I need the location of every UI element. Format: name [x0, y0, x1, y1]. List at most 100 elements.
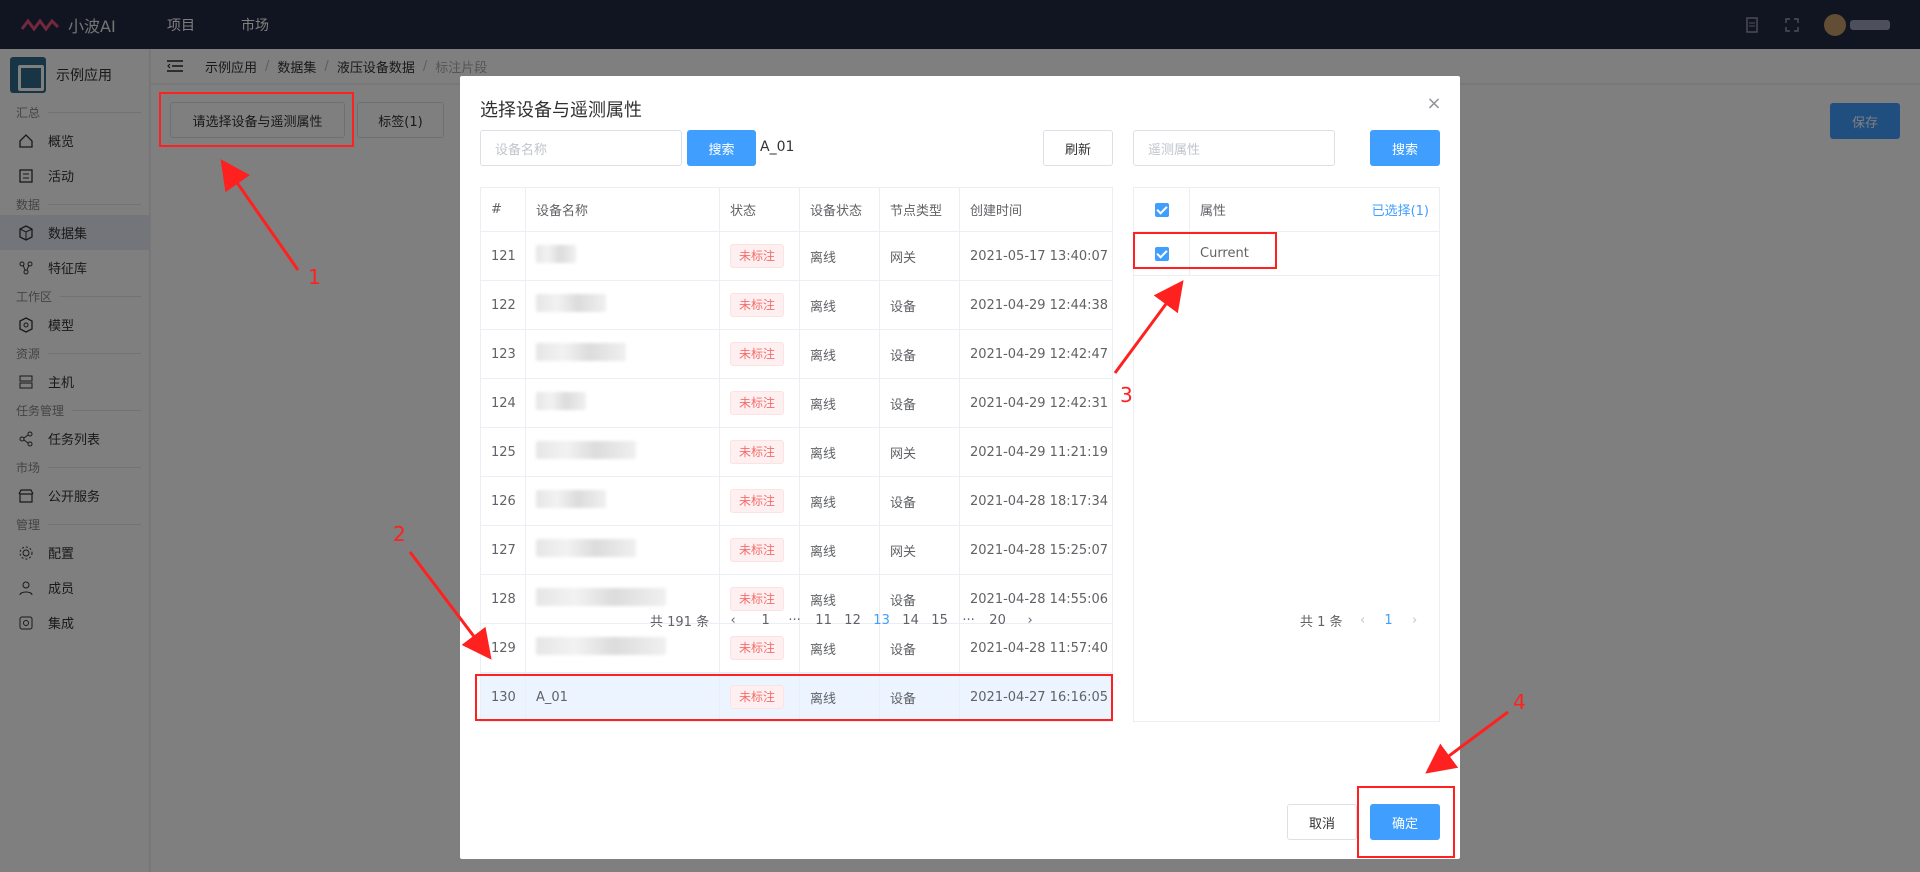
- annotation-label-4: 4: [1513, 690, 1526, 714]
- annotation-box-4: [1357, 786, 1455, 858]
- device-search-input[interactable]: 设备名称: [480, 130, 682, 166]
- device-row[interactable]: 129 未标注 离线 设备 2021-04-28 11:57:40: [480, 623, 1113, 673]
- device-row[interactable]: 124 未标注 离线 设备 2021-04-29 12:42:31: [480, 378, 1113, 428]
- page-number[interactable]: 12: [838, 613, 867, 628]
- col-attr: 属性: [1200, 204, 1227, 219]
- status-badge: 未标注: [730, 587, 785, 611]
- status-badge: 未标注: [730, 440, 785, 464]
- node-type: 设备: [879, 476, 960, 526]
- row-index: 123: [480, 329, 526, 379]
- device-name-blurred: [525, 329, 720, 379]
- selected-device-label: A_01: [760, 139, 795, 155]
- created-time: 2021-05-17 13:40:07: [959, 231, 1113, 281]
- annotation-box-3: [1133, 232, 1277, 269]
- col-node-type: 节点类型: [879, 187, 960, 232]
- device-total: 共 191 条: [650, 615, 710, 630]
- page-number[interactable]: 15: [925, 613, 954, 628]
- device-status: 离线: [799, 329, 880, 379]
- row-index: 124: [480, 378, 526, 428]
- status-badge: 未标注: [730, 636, 785, 660]
- device-status: 离线: [799, 378, 880, 428]
- node-type: 设备: [879, 378, 960, 428]
- device-status: 离线: [799, 525, 880, 575]
- node-type: 设备: [879, 623, 960, 673]
- annotation-box-2: [475, 674, 1113, 721]
- page-ellipsis[interactable]: ···: [954, 613, 983, 628]
- status-badge: 未标注: [730, 538, 785, 562]
- status-badge: 未标注: [730, 244, 785, 268]
- device-table-header: # 设备名称 状态 设备状态 节点类型 创建时间: [480, 187, 1113, 232]
- device-name-blurred: [525, 623, 720, 673]
- row-index: 126: [480, 476, 526, 526]
- device-name-blurred: [525, 476, 720, 526]
- page-number[interactable]: 14: [896, 613, 925, 628]
- page-number[interactable]: 13: [867, 613, 896, 628]
- row-index: 121: [480, 231, 526, 281]
- device-status: 离线: [799, 280, 880, 330]
- device-row[interactable]: 127 未标注 离线 网关 2021-04-28 15:25:07: [480, 525, 1113, 575]
- attr-search-input[interactable]: 遥测属性: [1133, 130, 1335, 166]
- created-time: 2021-04-29 12:42:47: [959, 329, 1113, 379]
- device-name-blurred: [525, 280, 720, 330]
- device-row[interactable]: 125 未标注 离线 网关 2021-04-29 11:21:19: [480, 427, 1113, 477]
- created-time: 2021-04-29 12:42:31: [959, 378, 1113, 428]
- device-name-blurred: [525, 525, 720, 575]
- next-page-icon[interactable]: ›: [1012, 613, 1048, 628]
- attr-total: 共 1 条: [1300, 615, 1343, 630]
- status-badge: 未标注: [730, 293, 785, 317]
- prev-page-icon[interactable]: ‹: [715, 613, 751, 628]
- cancel-button[interactable]: 取消: [1287, 804, 1357, 840]
- device-table: # 设备名称 状态 设备状态 节点类型 创建时间 121 未标注 离线 网关 2021-…: [480, 187, 1113, 722]
- selected-count-link[interactable]: 已选择(1): [1372, 200, 1439, 219]
- annotation-label-3: 3: [1120, 383, 1133, 407]
- dialog-title: 选择设备与遥测属性: [480, 100, 642, 121]
- status-badge: 未标注: [730, 342, 785, 366]
- device-row[interactable]: 122 未标注 离线 设备 2021-04-29 12:44:38: [480, 280, 1113, 330]
- row-index: 122: [480, 280, 526, 330]
- row-index: 127: [480, 525, 526, 575]
- annotation-label-1: 1: [308, 265, 321, 289]
- created-time: 2021-04-28 11:57:40: [959, 623, 1113, 673]
- row-index: 125: [480, 427, 526, 477]
- col-index: #: [480, 187, 526, 232]
- attr-pagination: 共 1 条 ‹ 1 ›: [1300, 611, 1429, 630]
- attr-table-header: 属性 已选择(1): [1134, 188, 1439, 232]
- close-icon[interactable]: ×: [1426, 95, 1442, 113]
- page-ellipsis[interactable]: ···: [780, 613, 809, 628]
- row-index: 128: [480, 574, 526, 624]
- page-number[interactable]: 20: [983, 613, 1012, 628]
- page-number[interactable]: 1: [751, 613, 780, 628]
- node-type: 设备: [879, 280, 960, 330]
- device-status: 离线: [799, 231, 880, 281]
- col-status: 状态: [719, 187, 800, 232]
- attr-prev-page-icon[interactable]: ‹: [1349, 613, 1377, 628]
- device-name-blurred: [525, 231, 720, 281]
- device-status: 离线: [799, 623, 880, 673]
- device-status: 离线: [799, 476, 880, 526]
- created-time: 2021-04-29 12:44:38: [959, 280, 1113, 330]
- created-time: 2021-04-28 18:17:34: [959, 476, 1113, 526]
- node-type: 设备: [879, 329, 960, 379]
- attr-search-button[interactable]: 搜索: [1370, 130, 1440, 166]
- created-time: 2021-04-29 11:21:19: [959, 427, 1113, 477]
- device-row[interactable]: 121 未标注 离线 网关 2021-05-17 13:40:07: [480, 231, 1113, 281]
- device-row[interactable]: 126 未标注 离线 设备 2021-04-28 18:17:34: [480, 476, 1113, 526]
- device-name-blurred: [525, 427, 720, 477]
- col-device-name: 设备名称: [525, 187, 720, 232]
- annotation-label-2: 2: [393, 522, 406, 546]
- device-row[interactable]: 123 未标注 离线 设备 2021-04-29 12:42:47: [480, 329, 1113, 379]
- annotation-box-1: [159, 92, 354, 147]
- device-search-button[interactable]: 搜索: [687, 130, 756, 166]
- col-device-status: 设备状态: [799, 187, 880, 232]
- row-index: 129: [480, 623, 526, 673]
- page-number[interactable]: 11: [809, 613, 838, 628]
- attr-page-1[interactable]: 1: [1377, 613, 1401, 628]
- col-created: 创建时间: [959, 187, 1113, 232]
- device-pagination: 共 191 条 ‹ 1 ··· 11 12 13 14 15 ··· 20 ›: [650, 611, 1048, 630]
- select-all-checkbox[interactable]: [1154, 202, 1169, 217]
- node-type: 网关: [879, 427, 960, 477]
- attr-next-page-icon[interactable]: ›: [1401, 613, 1429, 628]
- refresh-button[interactable]: 刷新: [1043, 130, 1113, 166]
- select-device-dialog: 选择设备与遥测属性 × 设备名称 搜索 A_01 刷新 遥测属性 搜索 # 设备…: [460, 76, 1460, 859]
- created-time: 2021-04-28 15:25:07: [959, 525, 1113, 575]
